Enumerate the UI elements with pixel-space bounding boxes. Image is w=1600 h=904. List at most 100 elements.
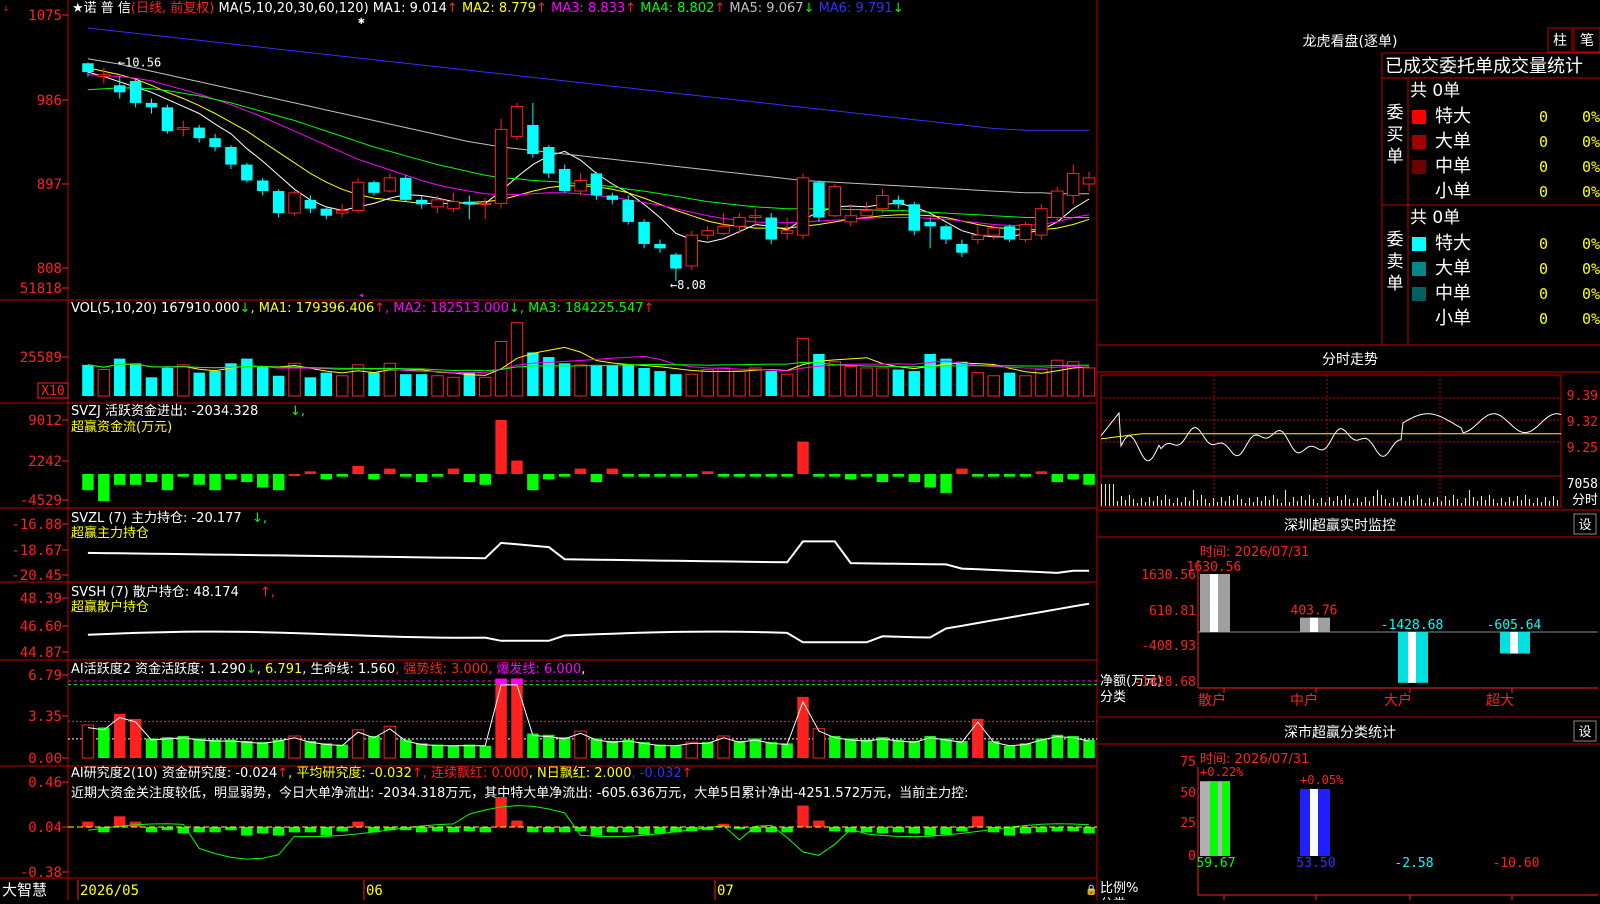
active-bar xyxy=(1003,745,1016,758)
intraday-vol-bar xyxy=(1129,495,1130,506)
ai-research-header-part: , 平均研究度: -0.032 xyxy=(288,765,412,781)
classify-value-label: 59.67 xyxy=(1196,856,1235,871)
ma-value: MA6: 9.791 xyxy=(814,1,892,16)
flow-bar xyxy=(98,474,110,501)
candle-body xyxy=(114,85,126,93)
price-axis-tick: 986 xyxy=(37,93,62,109)
active-bar xyxy=(558,737,571,758)
flow-bar xyxy=(82,474,94,491)
candle-body xyxy=(749,215,762,218)
volume-bar xyxy=(780,373,794,397)
flow-bar xyxy=(813,474,825,477)
active-bar xyxy=(638,742,650,758)
flow-bar xyxy=(257,474,269,488)
intraday-vol-bar xyxy=(1437,497,1438,506)
intraday-vol-bar xyxy=(1461,503,1462,506)
axis-scroll-icon: ↓ xyxy=(3,3,9,14)
ma-line xyxy=(87,74,1090,226)
intraday-vol-bar xyxy=(1333,501,1334,506)
ma-value: MA5: 9.067 xyxy=(725,1,803,16)
ma-arrow: ↓ xyxy=(893,1,904,16)
buy-row-pct: 0% xyxy=(1582,133,1600,151)
intraday-vol-bar xyxy=(1473,497,1474,506)
sell-row-value: 0 xyxy=(1539,310,1548,328)
volume-bar xyxy=(574,364,587,397)
sell-row-name: 中单 xyxy=(1435,283,1471,304)
candle-body xyxy=(844,215,857,223)
active-bar xyxy=(781,743,793,758)
flow-bar xyxy=(733,474,746,477)
intraday-vol-bar xyxy=(1485,500,1486,506)
buy-title-char: 买 xyxy=(1387,125,1404,145)
intraday-vol-bar xyxy=(1109,484,1110,506)
intraday-avg-line xyxy=(1100,433,1561,440)
vol-header-part: 167910.000 xyxy=(161,301,240,316)
ma-arrow: ↑ xyxy=(714,1,725,16)
candle-body xyxy=(257,180,269,192)
active-bar xyxy=(543,734,555,758)
vol-axis-tick: 51818 xyxy=(20,281,62,297)
intraday-vol-bar xyxy=(1273,495,1274,506)
flow-bar xyxy=(145,474,158,483)
ma-value: MA4: 8.802 xyxy=(636,1,714,16)
svsh-axis-tick: 46.60 xyxy=(20,619,62,635)
candle-body xyxy=(478,202,492,205)
research-bar xyxy=(527,827,539,833)
intraday-vol-bar xyxy=(1305,500,1306,506)
active-bar xyxy=(209,739,221,758)
research-bar xyxy=(829,827,841,832)
intraday-vol-bar xyxy=(1309,495,1310,506)
candle-body xyxy=(431,199,444,208)
intraday-vol-bar xyxy=(1529,499,1530,506)
flow-bar xyxy=(972,474,984,477)
intraday-vol-bar xyxy=(1361,502,1362,506)
intraday-vol-bar xyxy=(1493,499,1494,506)
flow-bar xyxy=(590,474,603,483)
flow-bar xyxy=(749,474,762,477)
tab-bar-label: 柱 xyxy=(1553,33,1567,49)
active-bar xyxy=(351,729,365,759)
active-bar xyxy=(495,678,507,758)
svsh-axis-tick: 48.39 xyxy=(20,591,62,607)
flow-bar xyxy=(638,474,650,477)
flow-bar xyxy=(384,468,396,474)
flow-bar xyxy=(686,474,698,477)
flow-bar xyxy=(193,474,205,485)
intraday-vol-bar xyxy=(1441,501,1442,506)
active-bar xyxy=(257,742,269,758)
active-bar xyxy=(1019,743,1032,758)
lock-icon: 🔒 xyxy=(1085,884,1097,896)
intraday-vol-bar xyxy=(1409,496,1410,506)
active-bar xyxy=(860,739,873,758)
candle-body xyxy=(813,182,825,218)
sell-row-name: 小单 xyxy=(1435,308,1471,329)
intraday-vol-bar xyxy=(1557,500,1558,506)
intraday-vol-bar xyxy=(1481,496,1482,506)
monitor-cat-label: 大户 xyxy=(1384,692,1412,709)
active-bar xyxy=(956,740,968,758)
monitor-cat-label: 散户 xyxy=(1198,692,1226,709)
volume-bar xyxy=(415,374,428,396)
monitor-title: 深圳超赢实时监控 xyxy=(1284,517,1396,534)
intraday-vol-bar xyxy=(1465,498,1466,506)
flow-bar xyxy=(177,474,190,477)
candle-body xyxy=(1082,177,1096,185)
buy-title-char: 委 xyxy=(1387,103,1404,123)
intraday-vol-bar xyxy=(1157,496,1158,506)
buy-row-name: 特大 xyxy=(1435,106,1471,127)
ai-active-header-part: ↓ xyxy=(246,662,257,677)
candle-body xyxy=(320,208,333,216)
classify-axis-tick: 50 xyxy=(1180,786,1196,801)
monitor-axis-tick: -408.93 xyxy=(1141,639,1196,654)
flow-bar xyxy=(225,474,237,480)
candle-body xyxy=(924,221,936,227)
candle-body xyxy=(368,182,380,193)
research-bar xyxy=(860,827,873,833)
intraday-vol-bar xyxy=(1469,490,1470,506)
intraday-vol-bar xyxy=(1449,500,1450,506)
intraday-unit: 分时 xyxy=(1572,493,1598,508)
candle-body xyxy=(558,169,571,192)
research-bar xyxy=(558,827,571,833)
intraday-vol-bar xyxy=(1301,496,1302,506)
active-bar xyxy=(447,745,460,758)
